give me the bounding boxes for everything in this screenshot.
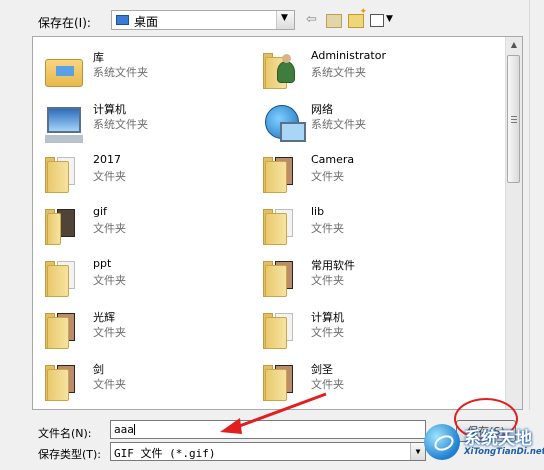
folder-icon [261, 309, 301, 351]
desktop-icon [116, 15, 129, 25]
list-item[interactable]: 2017 文件夹 [37, 147, 237, 197]
save-in-label: 保存在(I): [38, 16, 91, 30]
dialog-right-edge [529, 0, 544, 420]
item-type: 文件夹 [93, 378, 126, 391]
item-name: 光辉 [93, 311, 115, 324]
item-name: 库 [93, 51, 104, 64]
item-type: 系统文件夹 [311, 66, 366, 79]
scroll-up-icon[interactable]: ▲ [506, 37, 522, 53]
filetype-label: 保存类型(T): [38, 448, 102, 461]
item-name: 剑 [93, 363, 104, 376]
item-type: 系统文件夹 [311, 118, 366, 131]
location-dropdown-button[interactable]: ▼ [276, 11, 294, 29]
item-name: gif [93, 205, 107, 218]
folder-icon [261, 257, 301, 299]
location-label: 桌面 [134, 15, 159, 29]
library-icon [43, 49, 83, 91]
computer-icon [43, 101, 83, 143]
watermark-en: XiTongTianDi.net [464, 447, 544, 457]
item-type: 文件夹 [93, 222, 126, 235]
item-type: 文件夹 [311, 170, 344, 183]
view-menu-arrow-icon[interactable]: ▼ [386, 14, 393, 32]
user-folder-icon [261, 49, 301, 91]
list-item[interactable]: 常用软件 文件夹 [255, 251, 455, 301]
item-name: Administrator [311, 49, 386, 62]
watermark-cn: 系统天地 [464, 429, 532, 449]
chevron-down-icon: ▼ [281, 13, 288, 23]
folder-icon [43, 257, 83, 299]
toolbar: 保存在(I): 桌面 ▼ ⇦ ▼ [0, 0, 544, 34]
item-type: 文件夹 [311, 274, 344, 287]
folder-icon [43, 361, 83, 403]
folder-icon [43, 309, 83, 351]
list-item[interactable]: lib 文件夹 [255, 199, 455, 249]
vertical-scrollbar[interactable]: ▲ [505, 37, 522, 409]
item-type: 文件夹 [311, 222, 344, 235]
back-icon[interactable]: ⇦ [306, 12, 317, 30]
item-name: 计算机 [311, 311, 344, 324]
folder-icon [261, 205, 301, 247]
list-item[interactable]: 剑 文件夹 [37, 355, 237, 405]
location-dropdown[interactable]: 桌面 ▼ [111, 10, 295, 30]
list-item[interactable]: 光辉 文件夹 [37, 303, 237, 353]
up-folder-icon[interactable] [326, 14, 342, 28]
list-item[interactable]: Administrator 系统文件夹 [255, 43, 455, 93]
item-name: 2017 [93, 153, 121, 166]
watermark-logo: 系统天地 XiTongTianDi.net [420, 420, 544, 470]
item-type: 文件夹 [93, 170, 126, 183]
item-type: 系统文件夹 [93, 66, 148, 79]
list-item[interactable]: 库 系统文件夹 [37, 43, 237, 93]
new-folder-icon[interactable] [348, 7, 367, 28]
network-icon [261, 101, 306, 143]
filename-value: aaa [114, 423, 134, 436]
list-item[interactable]: gif 文件夹 [37, 199, 237, 249]
folder-icon [261, 153, 301, 195]
scroll-thumb[interactable] [507, 55, 520, 183]
globe-icon [424, 424, 460, 460]
list-item[interactable]: 计算机 系统文件夹 [37, 95, 237, 145]
view-menu-icon[interactable] [370, 14, 384, 27]
annotation-arrow-icon [220, 392, 327, 434]
item-type: 系统文件夹 [93, 118, 148, 131]
filetype-value: GIF 文件 (*.gif) [114, 447, 216, 460]
item-name: 网络 [311, 103, 333, 116]
filetype-dropdown[interactable]: GIF 文件 (*.gif) ▼ [110, 442, 426, 461]
list-item[interactable]: ppt 文件夹 [37, 251, 237, 301]
list-item[interactable]: Camera 文件夹 [255, 147, 455, 197]
item-name: lib [311, 205, 325, 218]
item-name: 常用软件 [311, 259, 355, 272]
item-type: 文件夹 [311, 326, 344, 339]
filename-label: 文件名(N): [38, 427, 92, 440]
folder-icon [43, 153, 83, 195]
item-name: 计算机 [93, 103, 126, 116]
item-name: 剑圣 [311, 363, 333, 376]
item-type: 文件夹 [93, 274, 126, 287]
item-type: 文件夹 [93, 326, 126, 339]
item-name: ppt [93, 257, 112, 270]
file-list: 库 系统文件夹 Administrator 系统文件夹 计算机 系统文件夹 网络… [32, 36, 523, 410]
list-item[interactable]: 计算机 文件夹 [255, 303, 455, 353]
item-name: Camera [311, 153, 355, 166]
folder-icon [43, 205, 83, 247]
list-item[interactable]: 网络 系统文件夹 [255, 95, 455, 145]
